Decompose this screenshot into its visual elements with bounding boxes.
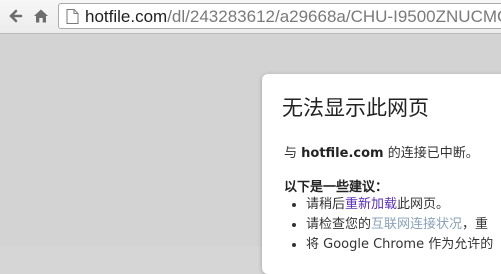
error-title: 无法显示此网页 xyxy=(282,96,429,120)
suggestions-heading: 以下是一些建议： xyxy=(284,180,389,195)
home-icon xyxy=(33,8,49,24)
suggestion-reload: 请稍后重新加载此网页。 xyxy=(306,195,493,215)
arrow-left-icon xyxy=(7,8,23,24)
url-text: hotfile.com/dl/243283612/a29668a/CHU-I95… xyxy=(85,7,501,27)
url-path: /dl/243283612/a29668a/CHU-I9500ZNUCMG3 xyxy=(167,7,501,26)
home-button[interactable] xyxy=(30,5,52,27)
error-message: 与 hotfile.com 的连接已中断。 xyxy=(284,142,479,161)
suggestion-text: 将 Google Chrome 作为允许的 xyxy=(306,237,494,252)
suggestion-text: 此网页。 xyxy=(397,197,450,212)
browser-toolbar: hotfile.com/dl/243283612/a29668a/CHU-I95… xyxy=(0,0,501,34)
suggestions-list: 请稍后重新加载此网页。 请检查您的互联网连接状况，重 将 Google Chro… xyxy=(306,195,493,255)
message-suffix: 的连接已中断。 xyxy=(383,146,479,161)
suggestion-check-connection: 请检查您的互联网连接状况，重 xyxy=(306,215,493,235)
url-host: hotfile.com xyxy=(85,7,168,26)
suggestion-text: 请稍后 xyxy=(306,197,346,212)
error-card: 无法显示此网页 与 hotfile.com 的连接已中断。 以下是一些建议： 请… xyxy=(262,74,501,274)
connection-link[interactable]: 互联网连接状况 xyxy=(371,217,462,232)
suggestion-text: 请检查您的 xyxy=(306,217,372,232)
address-bar[interactable]: hotfile.com/dl/243283612/a29668a/CHU-I95… xyxy=(58,3,501,29)
reload-link[interactable]: 重新加载 xyxy=(345,197,397,212)
suggestion-allow-chrome: 将 Google Chrome 作为允许的 xyxy=(306,235,493,255)
page-content: 无法显示此网页 与 hotfile.com 的连接已中断。 以下是一些建议： 请… xyxy=(0,34,501,274)
page-icon xyxy=(66,9,79,28)
message-prefix: 与 xyxy=(284,146,302,161)
back-button[interactable] xyxy=(4,5,26,27)
message-host: hotfile.com xyxy=(301,146,384,161)
suggestion-text: ，重 xyxy=(462,217,489,232)
